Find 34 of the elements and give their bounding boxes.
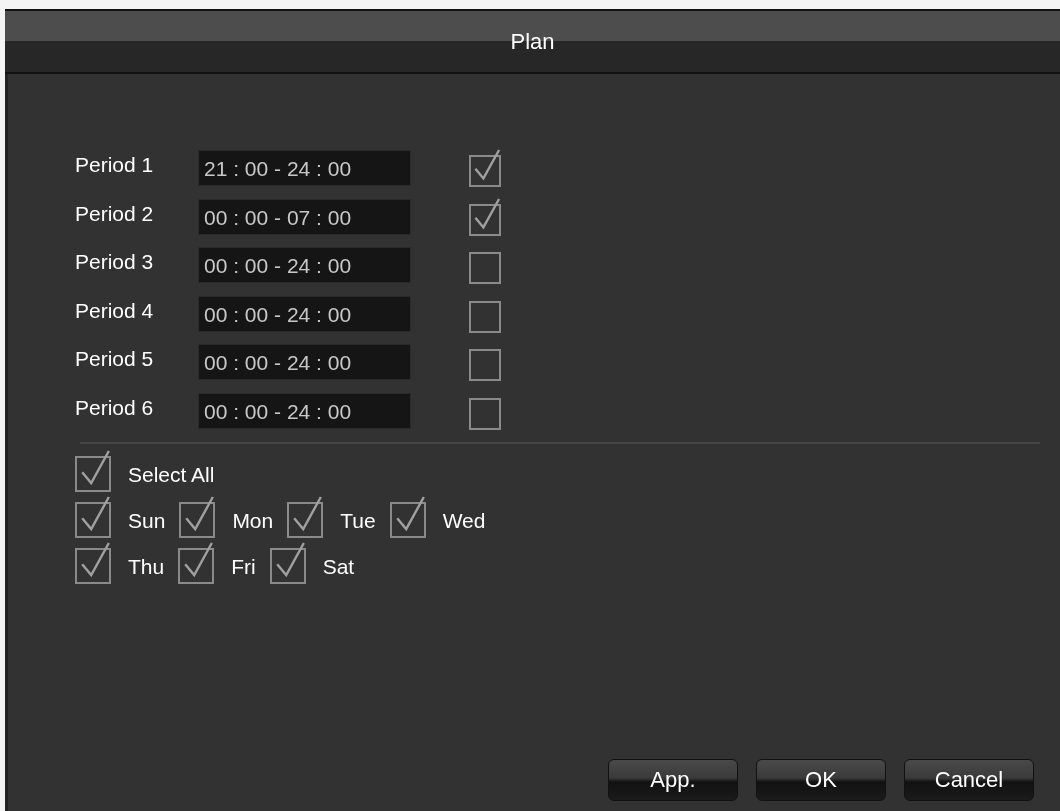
period-label: Period 6 <box>75 395 155 420</box>
checkbox-label: Wed <box>442 509 486 533</box>
time-range-field[interactable]: 00 : 00 - 07 : 00 <box>198 198 411 235</box>
checkbox[interactable] <box>178 542 215 584</box>
period-label: Period 2 <box>75 201 155 226</box>
dialog-button[interactable]: OK <box>756 759 886 801</box>
checkbox[interactable] <box>75 450 111 492</box>
checkbox[interactable] <box>469 197 501 236</box>
checkbox-label: Thu <box>128 555 165 579</box>
checkbox-label: Tue <box>340 509 376 533</box>
checkbox-label: Sat <box>322 555 355 579</box>
checkbox[interactable] <box>179 496 216 538</box>
period-label: Period 4 <box>75 298 155 323</box>
checkbox[interactable] <box>269 542 306 584</box>
time-range-field[interactable]: 21 : 00 - 24 : 00 <box>198 150 411 186</box>
checkbox[interactable] <box>75 496 111 538</box>
checkbox-label: Sun <box>128 509 166 533</box>
checkbox[interactable] <box>75 542 111 584</box>
period-label: Period 5 <box>75 347 155 371</box>
time-range-field[interactable]: 00 : 00 - 24 : 00 <box>198 344 411 380</box>
checkbox[interactable] <box>389 496 426 538</box>
checkbox[interactable] <box>469 149 501 187</box>
time-range-field[interactable]: 00 : 00 - 24 : 00 <box>198 392 411 429</box>
checkbox-label: Fri <box>231 555 256 579</box>
period-label: Period 3 <box>75 250 155 274</box>
window-title: Plan <box>510 29 555 55</box>
checkbox[interactable] <box>287 496 324 538</box>
dialog-button[interactable]: App. <box>608 759 738 801</box>
checkbox-label: Select All <box>128 463 215 487</box>
time-range-field[interactable]: 00 : 00 - 24 : 00 <box>198 247 411 283</box>
time-range-field[interactable]: 00 : 00 - 24 : 00 <box>198 295 411 332</box>
dialog-button[interactable]: Cancel <box>904 759 1034 801</box>
period-label: Period 1 <box>75 153 155 177</box>
checkbox-label: Mon <box>232 509 274 533</box>
